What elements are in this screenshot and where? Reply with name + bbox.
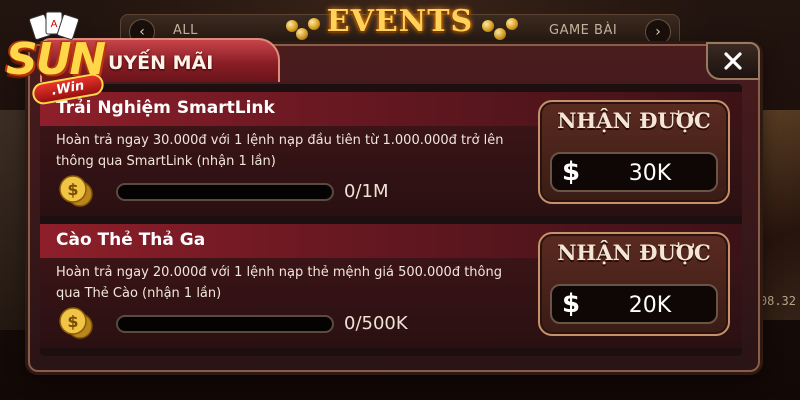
- progress-bar: [116, 183, 334, 201]
- reward-button[interactable]: NHẬN ĐƯỢC $ 20K: [538, 232, 730, 336]
- sunwin-logo: A SUN .Win: [2, 8, 130, 107]
- close-icon: [724, 52, 742, 70]
- svg-text:$: $: [67, 180, 78, 199]
- background-number: 08.32: [759, 294, 796, 308]
- reward-label: NHẬN ĐƯỢC: [557, 240, 711, 265]
- progress-bar: [116, 315, 334, 333]
- event-description: Hoàn trả ngay 20.000đ với 1 lệnh nạp thẻ…: [56, 265, 502, 301]
- reward-amount-box: $ 20K: [550, 284, 718, 324]
- progress-text: 0/500K: [344, 313, 408, 334]
- reward-value: 30K: [628, 161, 672, 186]
- dollar-icon: $: [562, 289, 581, 319]
- gold-coin-icon: $: [59, 175, 93, 207]
- nav-next-arrow-icon[interactable]: ›: [645, 19, 671, 45]
- events-title: EVENTS: [326, 4, 474, 39]
- reward-amount-box: $ 30K: [550, 152, 718, 192]
- tab-game-bai[interactable]: GAME BÀI: [549, 23, 617, 38]
- event-description: Hoàn trả ngay 30.000đ với 1 lệnh nạp đầu…: [56, 133, 504, 169]
- event-item: Trải Nghiệm SmartLink Hoàn trả ngay 30.0…: [40, 92, 742, 218]
- reward-label: NHẬN ĐƯỢC: [557, 108, 711, 133]
- svg-text:$: $: [67, 312, 78, 331]
- reward-button[interactable]: NHẬN ĐƯỢC $ 30K: [538, 100, 730, 204]
- progress-text: 0/1M: [344, 181, 389, 202]
- event-title: Cào Thẻ Thả Ga: [56, 230, 206, 250]
- reward-value: 20K: [628, 293, 672, 318]
- dollar-icon: $: [562, 157, 581, 187]
- event-item: Cào Thẻ Thả Ga Hoàn trả ngay 20.000đ với…: [40, 224, 742, 350]
- close-button[interactable]: [706, 42, 760, 80]
- tab-all[interactable]: ALL: [173, 23, 198, 38]
- svg-text:A: A: [51, 19, 58, 30]
- gold-coin-icon: $: [59, 307, 93, 339]
